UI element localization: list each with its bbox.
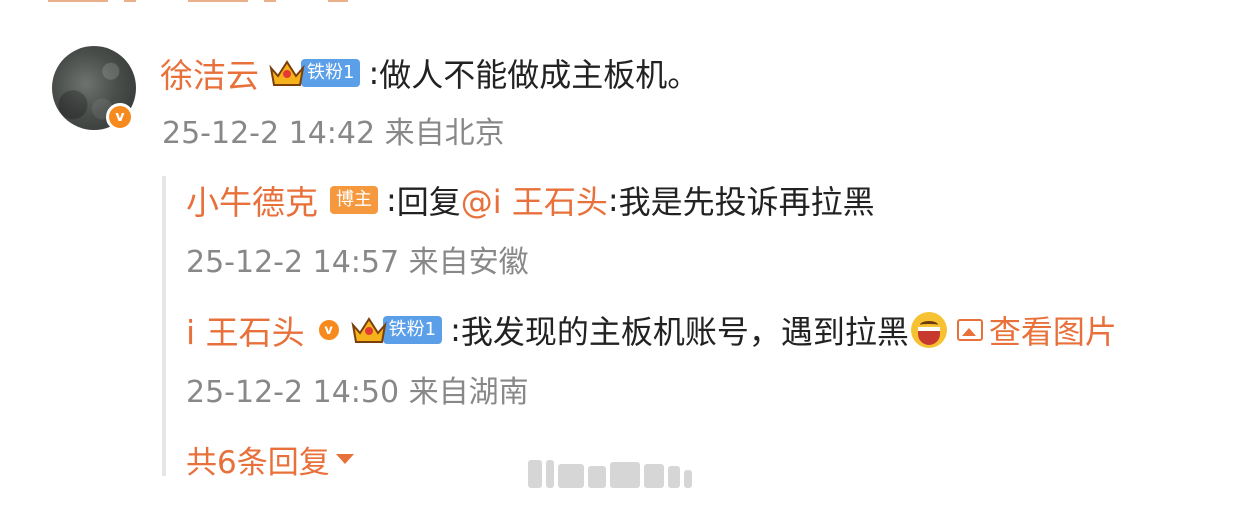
comment-text: 做人不能做成主板机。 [379,56,700,94]
reply-1-author[interactable]: 小牛德克 [186,176,318,224]
fan-badge[interactable]: 铁粉1 [301,59,361,87]
reply-2-location: 来自湖南 [408,375,529,410]
reply-1-text: 我是先投诉再拉黑 [618,183,875,221]
colon: : [607,181,619,219]
more-replies-label[interactable]: 共6条回复 [186,437,330,482]
blogger-badge: 博主 [330,186,378,214]
reply-2-meta: 25-12-2 14:50 来自湖南 [186,367,529,411]
comment-location: 来自北京 [384,116,505,151]
comment-time: 25-12-2 14:42 [162,116,376,151]
verified-icon: v [316,318,341,342]
colon: : [450,311,461,349]
crown-icon [269,60,305,86]
grin-emoji-icon [910,312,947,348]
crown-icon [351,317,387,343]
reply-2-author[interactable]: i 王石头 [186,306,305,354]
reply-1-meta: 25-12-2 14:57 来自安徽 [186,237,529,281]
colon: : [386,181,397,219]
mention-link[interactable]: @i 王石头 [461,177,608,223]
comment-header: 徐洁云 铁粉1 : 做人不能做成主板机。 [160,49,700,97]
reply-thread-bar [162,176,166,476]
more-replies-button[interactable]: 共6条回复 [186,437,354,482]
reply-1-location: 来自安徽 [408,245,529,280]
clipped-previous-content [48,0,348,2]
comment-author[interactable]: 徐洁云 [160,49,259,97]
reply-2: i 王石头 v 铁粉1 : 我发现的主板机账号，遇到拉黑 查看图片 [186,308,1117,352]
image-icon[interactable] [956,319,983,341]
watermark [528,460,692,488]
verified-icon: v [106,103,134,131]
reply-prefix: 回复 [396,183,461,221]
reply-2-time: 25-12-2 14:50 [186,375,400,410]
reply-2-text: 我发现的主板机账号，遇到拉黑 [460,313,909,351]
view-image-link[interactable]: 查看图片 [989,307,1117,353]
reply-1: 小牛德克 博主 : 回复 @i 王石头 : 我是先投诉再拉黑 [186,176,875,224]
colon: : [368,54,380,92]
fan-badge[interactable]: 铁粉1 [382,316,443,344]
caret-down-icon [335,454,354,464]
reply-1-time: 25-12-2 14:57 [186,245,400,280]
comment-meta: 25-12-2 14:42 来自北京 [162,108,505,152]
